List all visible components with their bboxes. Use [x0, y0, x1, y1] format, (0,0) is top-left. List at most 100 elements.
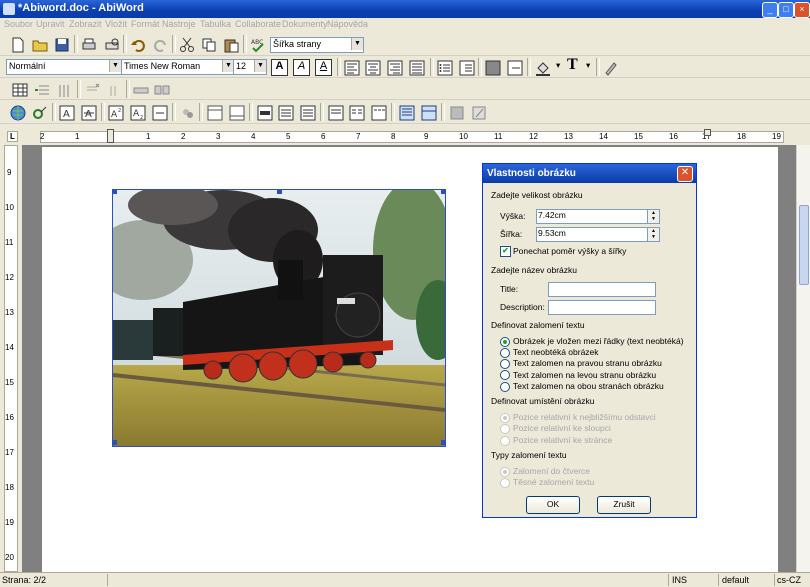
vertical-scrollbar[interactable] — [796, 145, 810, 572]
indent-icon[interactable] — [506, 59, 524, 77]
dialog-close-icon[interactable]: ✕ — [677, 166, 693, 182]
minimize-button[interactable]: _ — [762, 2, 778, 18]
align-right-icon[interactable] — [386, 59, 404, 77]
chevron-down-icon[interactable]: ▾ — [586, 60, 590, 71]
ok-button[interactable]: OK — [526, 496, 580, 514]
font-select[interactable]: Times New Roman ▼ — [121, 59, 235, 75]
resize-handle[interactable] — [277, 190, 282, 194]
underline-button[interactable]: A — [315, 59, 332, 76]
merge-cells-icon[interactable] — [132, 81, 150, 99]
normal-view-icon[interactable] — [420, 104, 438, 122]
header-icon[interactable] — [206, 104, 224, 122]
open-folder-icon[interactable] — [31, 36, 49, 54]
menu-format[interactable]: Formát — [131, 19, 160, 29]
delete-rows-icon[interactable] — [83, 81, 101, 99]
image-icon[interactable] — [179, 104, 197, 122]
text-box-icon[interactable]: A — [58, 104, 76, 122]
menu-collaborate[interactable]: Collaborate — [235, 19, 281, 29]
spellcheck-icon[interactable]: ABC — [249, 36, 267, 54]
wrap-left-radio[interactable] — [500, 370, 510, 380]
paste-icon[interactable] — [222, 36, 240, 54]
wrap-right-radio[interactable] — [500, 359, 510, 369]
title-input[interactable] — [548, 282, 656, 297]
delete-cols-icon[interactable] — [105, 81, 123, 99]
scrollbar-thumb[interactable] — [799, 205, 809, 285]
zoom-select[interactable]: Šířka strany ▼ — [270, 37, 364, 53]
menu-nastroje[interactable]: Nástroje — [162, 19, 196, 29]
vertical-ruler[interactable]: 9 10 11 12 13 14 15 16 17 18 19 20 — [0, 145, 22, 572]
width-input[interactable]: 9.53cm — [536, 227, 649, 242]
locomotive-image[interactable] — [112, 189, 446, 447]
edit-frame-icon[interactable] — [470, 104, 488, 122]
keep-ratio-checkbox[interactable]: ✔ — [500, 246, 511, 257]
style-select[interactable]: Normální ▼ — [6, 59, 122, 75]
align-center-icon[interactable] — [364, 59, 382, 77]
chevron-down-icon[interactable]: ▾ — [556, 60, 560, 71]
strikeout-icon[interactable]: A — [80, 104, 98, 122]
hyperlink-icon[interactable] — [31, 104, 49, 122]
copy-icon[interactable] — [200, 36, 218, 54]
columns-3-icon[interactable] — [370, 104, 388, 122]
right-indent-marker[interactable] — [704, 129, 711, 136]
resize-handle[interactable] — [441, 440, 445, 445]
description-input[interactable] — [548, 300, 656, 315]
symbol-icon[interactable] — [151, 104, 169, 122]
columns-2-icon[interactable] — [348, 104, 366, 122]
highlight-pen-icon[interactable] — [602, 59, 620, 77]
height-input[interactable]: 7.42cm — [536, 209, 649, 224]
columns-1-icon[interactable] — [327, 104, 345, 122]
maximize-button[interactable]: □ — [778, 2, 794, 18]
width-spinner[interactable]: ▲ ▼ — [647, 227, 660, 242]
menu-upravit[interactable]: Upravit — [36, 19, 65, 29]
page-layout-icon[interactable] — [398, 104, 416, 122]
print-icon[interactable] — [80, 36, 98, 54]
horizontal-ruler[interactable]: L 2 1 1 2 3 4 5 6 7 8 9 10 11 12 13 14 1… — [0, 127, 810, 145]
menu-tabulka[interactable]: Tabulka — [200, 19, 231, 29]
numbered-list-icon[interactable] — [458, 59, 476, 77]
wrap-none-radio[interactable] — [500, 348, 510, 358]
height-spinner[interactable]: ▲ ▼ — [647, 209, 660, 224]
close-button[interactable]: × — [794, 2, 810, 18]
pos-page-radio[interactable] — [500, 436, 510, 446]
bold-button[interactable]: A — [271, 59, 288, 76]
frame-icon[interactable] — [448, 104, 466, 122]
superscript-icon[interactable]: A2 — [107, 104, 125, 122]
align-left-icon[interactable] — [343, 59, 361, 77]
subscript-icon[interactable]: A2 — [129, 104, 147, 122]
footer-icon[interactable] — [228, 104, 246, 122]
insert-table-icon[interactable] — [11, 81, 29, 99]
font-size-select[interactable]: 12 ▼ — [233, 59, 267, 75]
menu-zobrazit[interactable]: Zobrazit — [69, 19, 102, 29]
resize-handle[interactable] — [113, 440, 117, 445]
italic-button[interactable]: A — [293, 59, 310, 76]
wrap-square-radio[interactable] — [500, 467, 510, 477]
bullet-list-icon[interactable] — [436, 59, 454, 77]
pos-column-radio[interactable] — [500, 424, 510, 434]
menu-soubor[interactable]: Soubor — [4, 19, 33, 29]
wrap-tight-radio[interactable] — [500, 478, 510, 488]
menu-vlozit[interactable]: Vložit — [105, 19, 127, 29]
align-justify-icon[interactable] — [408, 59, 426, 77]
border-icon[interactable] — [484, 59, 502, 77]
pos-paragraph-radio[interactable] — [500, 413, 510, 423]
tab-stop-selector[interactable]: L — [7, 131, 18, 142]
dir-default-icon[interactable] — [299, 104, 317, 122]
new-document-icon[interactable] — [9, 36, 27, 54]
web-globe-icon[interactable] — [9, 104, 27, 122]
insert-cols-icon[interactable] — [55, 81, 73, 99]
undo-icon[interactable] — [129, 36, 147, 54]
redo-icon[interactable] — [152, 36, 170, 54]
wrap-inline-radio[interactable] — [500, 337, 510, 347]
dir-rtl-icon[interactable] — [277, 104, 295, 122]
print-preview-icon[interactable] — [103, 36, 121, 54]
resize-handle[interactable] — [113, 190, 117, 194]
cancel-button[interactable]: Zrušit — [597, 496, 651, 514]
insert-rows-icon[interactable] — [33, 81, 51, 99]
save-icon[interactable] — [53, 36, 71, 54]
dir-ltr-icon[interactable] — [256, 104, 274, 122]
resize-handle[interactable] — [441, 190, 445, 194]
cut-icon[interactable] — [178, 36, 196, 54]
left-indent-marker[interactable] — [107, 129, 114, 143]
fill-color-icon[interactable] — [534, 59, 552, 77]
menu-napoveda[interactable]: Nápověda — [327, 19, 368, 29]
